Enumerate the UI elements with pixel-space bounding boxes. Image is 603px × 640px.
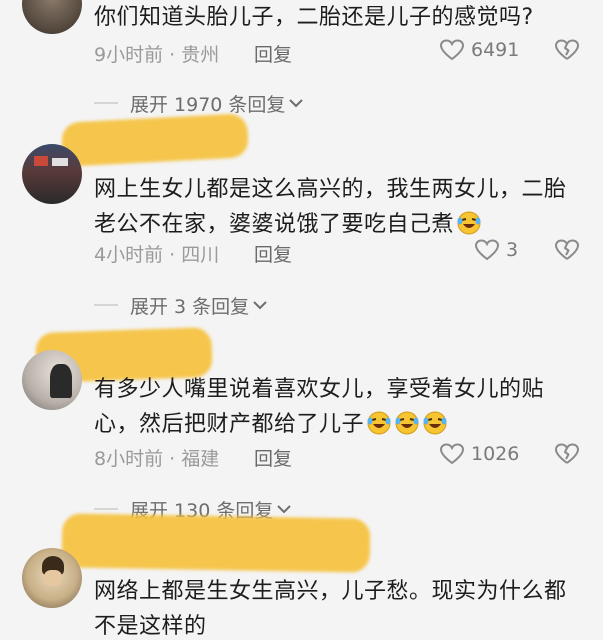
divider-line [94, 304, 118, 306]
avatar[interactable] [22, 548, 82, 608]
reply-button[interactable]: 回复 [254, 444, 292, 471]
divider-line [94, 102, 118, 104]
divider-line [94, 508, 118, 510]
avatar[interactable] [22, 350, 82, 410]
avatar[interactable] [22, 144, 82, 204]
comment-meta: 9小时前 · 贵州 回复 6491 [94, 38, 584, 68]
comment-text: 你们知道头胎儿子，二胎还是儿子的感觉吗? [94, 5, 534, 30]
chevron-down-icon [253, 301, 267, 310]
comment-text: 网上生女儿都是这么高兴的，我生两女儿，二胎老公不在家，婆婆说饿了要吃自己煮 [94, 172, 574, 242]
laughing-crying-emoji [395, 411, 419, 435]
comment-time-location: 8小时前 · 福建 [94, 448, 220, 470]
comment-text-content: 网上生女儿都是这么高兴的，我生两女儿，二胎老公不在家，婆婆说饿了要吃自己煮 [94, 177, 567, 237]
laughing-crying-emoji [457, 211, 481, 235]
comment-text-content: 有多少人嘴里说着喜欢女儿，享受着女儿的贴心，然后把财产都给了儿子 [94, 377, 545, 437]
laughing-crying-emoji [423, 411, 447, 435]
censor-smear [60, 113, 250, 167]
dislike-button[interactable] [554, 38, 580, 67]
reply-button[interactable]: 回复 [254, 40, 292, 67]
heart-outline-icon [439, 39, 465, 61]
broken-heart-icon [555, 39, 579, 60]
heart-outline-icon [474, 239, 500, 261]
comment-time-location: 4小时前 · 四川 [94, 244, 220, 266]
heart-outline-icon [439, 443, 465, 465]
expand-replies-2[interactable]: 展开 3 条回复 [94, 290, 354, 320]
broken-heart-icon [555, 239, 579, 260]
comment-text: 网络上都是生女生高兴，儿子愁。现实为什么都不是这样的 [94, 579, 567, 639]
like-count: 3 [506, 239, 519, 261]
like-count: 1026 [471, 443, 520, 465]
broken-heart-icon [555, 443, 579, 464]
laughing-crying-emoji [367, 411, 391, 435]
comment-meta: 4小时前 · 四川 回复 3 [94, 238, 584, 268]
like-count: 6491 [471, 39, 520, 61]
like-button[interactable]: 6491 [439, 38, 519, 62]
avatar[interactable] [22, 0, 82, 34]
comment-time-location: 9小时前 · 贵州 [94, 44, 220, 66]
expand-label: 展开 3 条回复 [130, 295, 250, 318]
expand-label: 展开 1970 条回复 [130, 93, 286, 116]
chevron-down-icon [289, 99, 304, 108]
censor-smear [61, 513, 371, 573]
like-button[interactable]: 3 [474, 238, 518, 262]
dislike-button[interactable] [554, 442, 580, 471]
comment-text: 有多少人嘴里说着喜欢女儿，享受着女儿的贴心，然后把财产都给了儿子 [94, 372, 574, 442]
reply-button[interactable]: 回复 [254, 240, 292, 267]
chevron-down-icon [277, 505, 292, 514]
comment-meta: 8小时前 · 福建 回复 1026 [94, 442, 584, 472]
like-button[interactable]: 1026 [439, 442, 519, 466]
dislike-button[interactable] [554, 238, 580, 267]
